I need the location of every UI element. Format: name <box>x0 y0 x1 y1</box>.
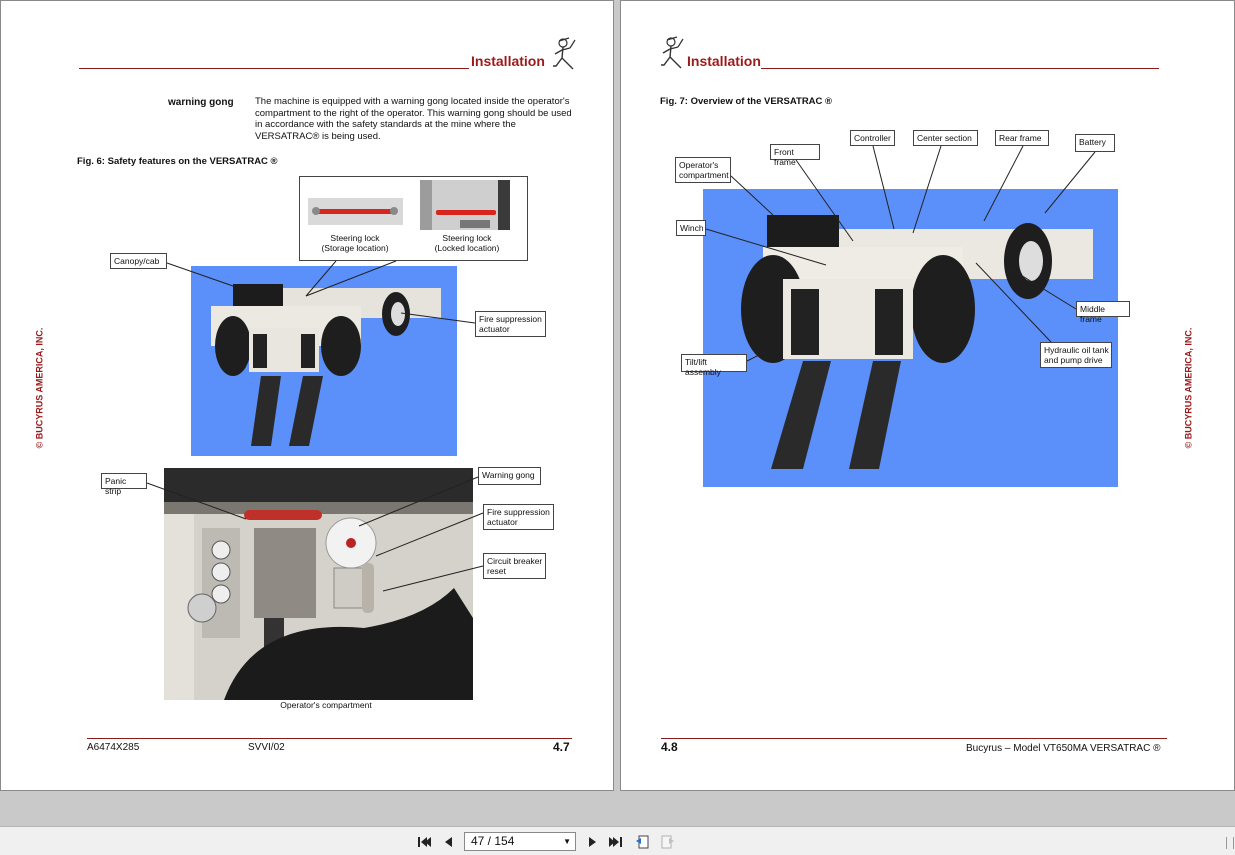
worker-icon <box>661 36 684 69</box>
callout-operators-compartment: Operator's compartment <box>675 157 731 183</box>
next-view-icon[interactable] <box>660 834 676 850</box>
header-title: Installation <box>687 53 761 69</box>
footer-revision: SVVI/02 <box>248 742 285 753</box>
previous-view-icon[interactable] <box>634 834 650 850</box>
operator-compartment-caption: Operator's compartment <box>280 700 372 710</box>
callout-fire-suppression-bottom: Fire suppression actuator <box>483 504 554 530</box>
callout-center-section: Center section <box>913 130 978 146</box>
page-number-select[interactable]: 47 / 154 ▼ <box>464 832 576 851</box>
page-number-left: 4.7 <box>553 740 570 754</box>
callout-fire-suppression-top: Fire suppression actuator <box>475 311 546 337</box>
steering-lock-storage-photo <box>308 198 403 225</box>
prev-page-icon[interactable] <box>441 834 457 850</box>
callout-controller: Controller <box>850 130 895 146</box>
callout-battery: Battery <box>1075 134 1115 152</box>
steering-lock-locked-label: Steering lock (Locked location) <box>434 233 500 253</box>
document-page-right: Installation Fig. 7: Overview of the VER… <box>620 0 1235 791</box>
footer-model: Bucyrus – Model VT650MA VERSATRAC ® <box>966 743 1161 754</box>
callout-tilt-lift-assembly: Tilt/lift assembly <box>681 354 747 377</box>
page-indicator-text: 47 / 154 <box>471 834 515 848</box>
callout-panic-strip: Panic strip <box>101 473 147 496</box>
next-page-icon[interactable] <box>584 834 600 850</box>
callout-rear-frame: Rear frame <box>995 130 1049 146</box>
callout-winch: Winch <box>676 220 706 236</box>
page-navigation-toolbar: 47 / 154 ▼ <box>0 826 1235 855</box>
header-title: Installation <box>471 53 545 69</box>
page-number-right: 4.8 <box>661 740 678 754</box>
callout-hydraulic-oil-tank: Hydraulic oil tank and pump drive <box>1040 342 1112 368</box>
callout-middle-frame: Middle frame <box>1076 301 1130 324</box>
operator-compartment-photo <box>164 468 473 700</box>
header-rule <box>761 68 1159 69</box>
chevron-down-icon: ▼ <box>563 837 571 846</box>
callout-front-frame: Front frame <box>770 144 820 167</box>
worker-icon <box>553 37 576 70</box>
first-page-icon[interactable] <box>416 834 432 850</box>
side-copyright-left: © BUCYRUS AMERICA, INC. <box>34 327 45 449</box>
document-page-left: Installation warning gong The machine is… <box>0 0 614 791</box>
versatrac-overview-photo <box>703 189 1118 487</box>
figure-6-title: Fig. 6: Safety features on the VERSATRAC… <box>77 156 278 167</box>
callout-circuit-breaker: Circuit breaker reset <box>483 553 546 579</box>
last-page-icon[interactable] <box>608 834 624 850</box>
footer-rule <box>87 738 572 739</box>
footer-rule <box>661 738 1167 739</box>
steering-lock-storage-label: Steering lock (Storage location) <box>321 233 389 253</box>
callout-warning-gong: Warning gong <box>478 467 541 485</box>
intro-paragraph: The machine is equipped with a warning g… <box>255 96 572 142</box>
figure-7-title: Fig. 7: Overview of the VERSATRAC ® <box>660 96 833 107</box>
intro-term: warning gong <box>168 97 234 108</box>
callout-canopy-cab: Canopy/cab <box>110 253 167 269</box>
versatrac-safety-photo <box>191 266 457 456</box>
side-copyright-right: © BUCYRUS AMERICA, INC. <box>1183 327 1194 449</box>
toolbar-grip <box>1226 837 1234 849</box>
steering-lock-locked-photo <box>420 180 510 230</box>
header-rule <box>79 68 469 69</box>
footer-doc-number: A6474X285 <box>87 742 140 753</box>
